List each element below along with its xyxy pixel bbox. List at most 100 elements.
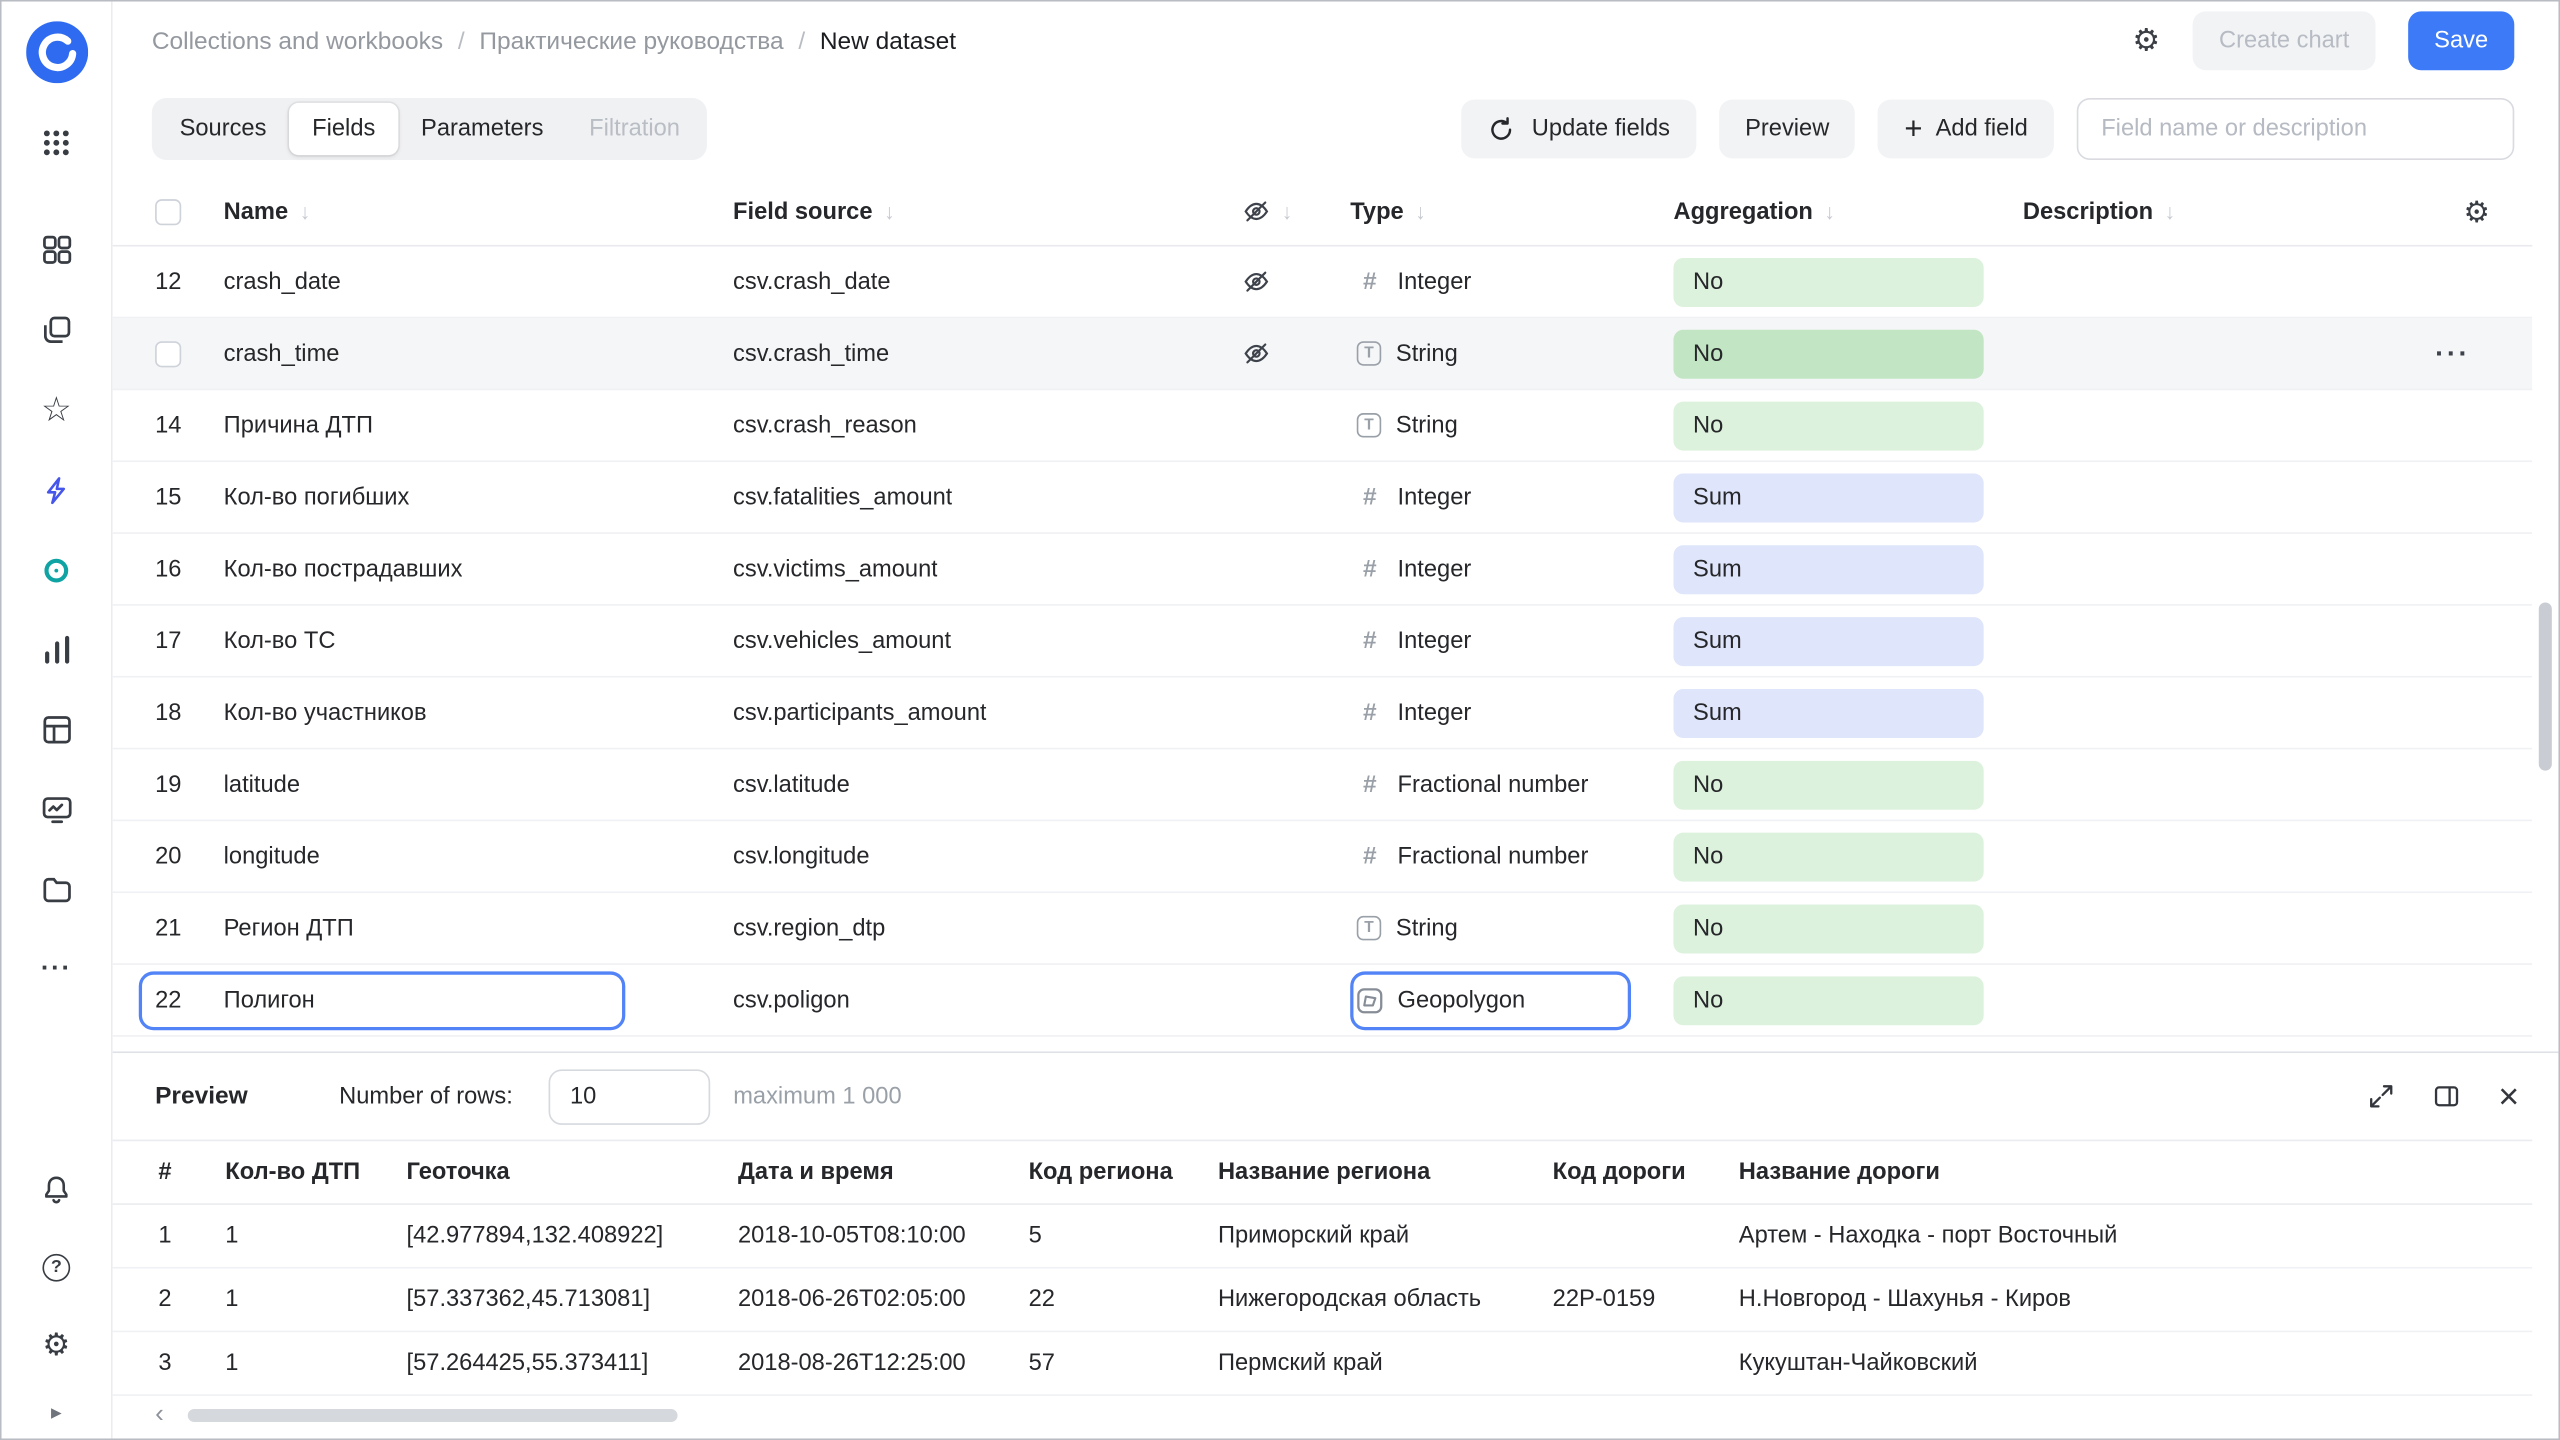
aggregation-select[interactable]: No <box>1673 976 1983 1025</box>
datasets-table-icon[interactable] <box>38 712 74 748</box>
field-source[interactable]: csv.vehicles_amount <box>733 628 951 654</box>
field-source[interactable]: csv.poligon <box>733 987 850 1013</box>
save-button[interactable]: Save <box>2408 11 2514 70</box>
field-row[interactable]: 14Причина ДТПcsv.crash_reasonTStringNo <box>113 390 2533 462</box>
field-row[interactable]: 16Кол-во пострадавшихcsv.victims_amount#… <box>113 534 2533 606</box>
aggregation-select[interactable]: No <box>1673 760 1983 809</box>
field-type-select[interactable]: #Integer <box>1350 627 1673 655</box>
field-source[interactable]: csv.victims_amount <box>733 556 938 582</box>
column-header-type[interactable]: Type↓ <box>1350 198 1673 224</box>
help-icon[interactable]: ? <box>38 1249 74 1285</box>
field-name[interactable]: latitude <box>224 771 300 797</box>
tab-fields[interactable]: Fields <box>289 103 398 155</box>
field-source[interactable]: csv.region_dtp <box>733 915 885 941</box>
field-name[interactable]: Кол-во ТС <box>224 628 336 654</box>
field-source[interactable]: csv.crash_time <box>733 340 889 366</box>
field-source[interactable]: csv.crash_date <box>733 269 890 295</box>
aggregation-select[interactable]: Sum <box>1673 616 1983 665</box>
field-row[interactable]: 17Кол-во ТСcsv.vehicles_amount#IntegerSu… <box>113 606 2533 678</box>
more-services-icon[interactable]: ··· <box>38 952 74 988</box>
field-row[interactable]: 18Кол-во участниковcsv.participants_amou… <box>113 678 2533 750</box>
row-actions-icon[interactable]: ··· <box>2435 340 2470 368</box>
column-header-description[interactable]: Description↓ <box>2023 198 2175 224</box>
tab-parameters[interactable]: Parameters <box>398 103 566 155</box>
field-type-select[interactable]: #Integer <box>1350 699 1673 727</box>
aggregation-select[interactable]: Sum <box>1673 473 1983 522</box>
field-type-select[interactable]: Geopolygon <box>1350 987 1673 1013</box>
breadcrumb-collections[interactable]: Collections and workbooks <box>152 27 443 55</box>
field-name[interactable]: Кол-во пострадавших <box>224 556 463 582</box>
notifications-bell-icon[interactable] <box>38 1171 74 1207</box>
field-row[interactable]: 12crash_datecsv.crash_date#IntegerNo <box>113 247 2533 319</box>
field-source[interactable]: csv.fatalities_amount <box>733 484 952 510</box>
aggregation-select[interactable]: Sum <box>1673 688 1983 737</box>
field-row[interactable]: crash_timecsv.crash_timeTStringNo··· <box>113 318 2533 390</box>
add-field-button[interactable]: + Add field <box>1878 100 2054 159</box>
aggregation-select[interactable]: Sum <box>1673 544 1983 593</box>
hidden-field-icon[interactable] <box>1242 268 1270 296</box>
field-name[interactable]: crash_date <box>224 269 341 295</box>
close-preview-icon[interactable]: × <box>2498 1078 2519 1114</box>
aggregation-select[interactable]: No <box>1673 329 1983 378</box>
field-type-select[interactable]: #Integer <box>1350 268 1673 296</box>
field-type-select[interactable]: #Fractional number <box>1350 771 1673 799</box>
field-name[interactable]: Полигон <box>224 987 315 1013</box>
field-source[interactable]: csv.participants_amount <box>733 700 987 726</box>
aggregation-select[interactable]: No <box>1673 401 1983 450</box>
storage-folder-icon[interactable] <box>38 872 74 908</box>
editor-lightning-icon[interactable] <box>38 472 74 508</box>
aggregation-select[interactable]: No <box>1673 257 1983 306</box>
create-chart-button[interactable]: Create chart <box>2193 11 2376 70</box>
horizontal-scrollbar-thumb[interactable] <box>188 1409 678 1422</box>
scroll-left-icon[interactable]: ‹ <box>155 1402 178 1428</box>
field-source[interactable]: csv.latitude <box>733 771 850 797</box>
number-of-rows-input[interactable] <box>549 1069 711 1125</box>
favorites-star-icon[interactable]: ☆ <box>38 392 74 428</box>
apps-grid-icon[interactable] <box>38 124 74 160</box>
field-row[interactable]: 21Регион ДТПcsv.region_dtpTStringNo <box>113 893 2533 965</box>
services-ring-icon[interactable] <box>38 552 74 588</box>
collapse-sidebar-icon[interactable]: ▸ <box>51 1399 62 1425</box>
field-row[interactable]: 22Полигонcsv.poligonGeopolygonNo <box>113 965 2533 1037</box>
column-header-aggregation[interactable]: Aggregation↓ <box>1673 198 2022 224</box>
field-row[interactable]: 20longitudecsv.longitude#Fractional numb… <box>113 821 2533 893</box>
aggregation-select[interactable]: No <box>1673 904 1983 953</box>
field-name[interactable]: Причина ДТП <box>224 412 373 438</box>
dashboards-icon[interactable] <box>38 232 74 268</box>
table-settings-gear-icon[interactable]: ⚙ <box>2463 197 2489 226</box>
field-type-select[interactable]: TString <box>1350 340 1673 366</box>
field-type-select[interactable]: TString <box>1350 915 1673 941</box>
field-row[interactable]: 19latitudecsv.latitude#Fractional number… <box>113 749 2533 821</box>
column-header-name[interactable]: Name↓ <box>224 198 733 224</box>
dock-preview-icon[interactable] <box>2433 1082 2461 1110</box>
field-source[interactable]: csv.longitude <box>733 843 869 869</box>
field-source[interactable]: csv.crash_reason <box>733 412 917 438</box>
field-search-input[interactable] <box>2077 98 2515 160</box>
charts-icon[interactable] <box>38 632 74 668</box>
description-cell[interactable]: ··· <box>2023 340 2532 368</box>
aggregation-select[interactable]: No <box>1673 832 1983 881</box>
field-type-select[interactable]: #Integer <box>1350 555 1673 583</box>
hidden-field-icon[interactable] <box>1242 340 1270 368</box>
settings-gear-icon[interactable]: ⚙ <box>38 1327 74 1363</box>
column-header-visibility[interactable]: ↓ <box>1242 198 1350 226</box>
field-name[interactable]: Кол-во погибших <box>224 484 410 510</box>
field-type-select[interactable]: #Fractional number <box>1350 842 1673 870</box>
select-all-checkbox[interactable] <box>155 198 181 224</box>
vertical-scrollbar-thumb[interactable] <box>2539 602 2552 770</box>
field-name[interactable]: Кол-во участников <box>224 700 427 726</box>
expand-preview-icon[interactable] <box>2368 1082 2396 1110</box>
dataset-settings-gear-icon[interactable]: ⚙ <box>2132 25 2160 56</box>
breadcrumb-workbook[interactable]: Практические руководства <box>479 27 783 55</box>
monitoring-icon[interactable] <box>38 792 74 828</box>
preview-button[interactable]: Preview <box>1719 100 1855 159</box>
field-name[interactable]: Регион ДТП <box>224 915 354 941</box>
field-type-select[interactable]: #Integer <box>1350 483 1673 511</box>
collections-icon[interactable] <box>38 312 74 348</box>
datalens-logo-icon[interactable] <box>25 21 87 83</box>
update-fields-button[interactable]: Update fields <box>1462 100 1697 159</box>
field-row[interactable]: 15Кол-во погибшихcsv.fatalities_amount#I… <box>113 462 2533 534</box>
tab-sources[interactable]: Sources <box>157 103 290 155</box>
row-checkbox[interactable] <box>155 340 181 366</box>
column-header-field-source[interactable]: Field source↓ <box>733 198 1242 224</box>
